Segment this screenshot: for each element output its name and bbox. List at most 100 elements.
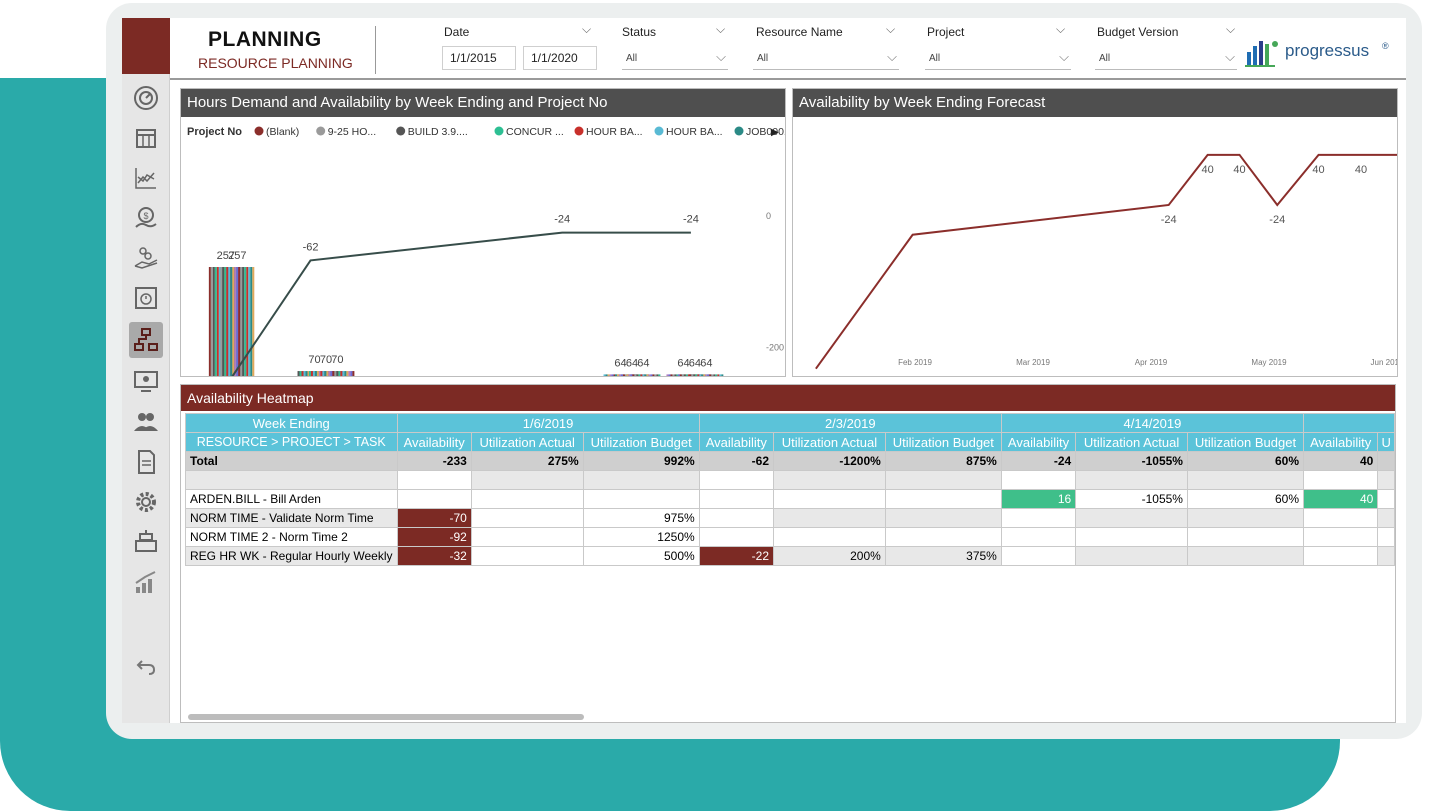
progressus-logo-mark xyxy=(1245,41,1278,67)
monitor-gear-icon[interactable] xyxy=(129,366,163,398)
line-label: -24 xyxy=(683,214,699,226)
heat-cell: -22 xyxy=(698,546,775,566)
metric-header-partial[interactable]: U xyxy=(1377,432,1395,452)
chevron-down-icon[interactable]: ⌵ xyxy=(1056,22,1065,37)
project-select-value: All xyxy=(929,53,941,64)
date-from-input[interactable]: 1/1/2015 xyxy=(442,46,516,70)
date-to-input[interactable]: 1/1/2020 xyxy=(523,46,597,70)
heat-cell xyxy=(884,527,1002,547)
row-label: REG HR WK - Regular Hourly Weekly xyxy=(185,546,398,566)
horizontal-scrollbar[interactable] xyxy=(188,714,584,720)
heat-cell xyxy=(884,508,1002,528)
resource-select[interactable]: All ⌵ xyxy=(753,48,899,70)
sidebar-brand-block xyxy=(122,18,170,74)
budget-select[interactable]: All ⌵ xyxy=(1095,48,1237,70)
undo-icon[interactable] xyxy=(129,650,163,682)
chevron-down-icon[interactable]: ⌵ xyxy=(582,22,591,37)
point-label: 40 xyxy=(1202,164,1214,176)
legend-item: JOB00010 xyxy=(746,126,785,138)
heat-cell: -32 xyxy=(396,546,472,566)
calendar-grid-icon[interactable] xyxy=(129,122,163,154)
chevron-down-icon[interactable]: ⌵ xyxy=(716,22,725,37)
secondary-axis-tick: 0 xyxy=(766,211,771,221)
metric-header[interactable]: Availability xyxy=(1000,432,1077,452)
people-icon[interactable] xyxy=(129,406,163,438)
metric-header[interactable]: Availability xyxy=(1303,432,1379,452)
legend-item: CONCUR ... xyxy=(506,126,564,138)
heat-cell xyxy=(698,527,775,547)
heatmap-table[interactable]: Week Ending 1/6/2019 2/3/2019 4/14/2019 … xyxy=(185,413,1395,566)
metric-header[interactable]: Utilization Actual xyxy=(1075,432,1188,452)
week-header[interactable]: 1/6/2019 xyxy=(396,413,700,433)
table-row[interactable]: ARDEN.BILL - Bill Arden 16 -1055% 60% 40 xyxy=(185,489,1395,509)
metric-header[interactable]: Availability xyxy=(396,432,472,452)
bar-label: 64 xyxy=(637,357,649,369)
legend-scroll-arrow: ▶ xyxy=(771,127,779,138)
date-filter-label: Date xyxy=(444,25,470,39)
legend-swatch xyxy=(316,126,326,136)
gauge-icon[interactable] xyxy=(129,82,163,114)
heat-cell: 200% xyxy=(773,546,886,566)
title-divider xyxy=(375,26,376,74)
total-cell: -24 xyxy=(1000,451,1077,471)
x-axis-tick: Apr 2019 xyxy=(1135,358,1168,367)
coins-hand-icon[interactable] xyxy=(129,242,163,274)
heat-cell xyxy=(773,508,886,528)
row-label: NORM TIME - Validate Norm Time xyxy=(185,508,398,528)
metric-header[interactable]: Availability xyxy=(698,432,775,452)
line-chart-icon[interactable] xyxy=(129,162,163,194)
chevron-down-icon[interactable]: ⌵ xyxy=(886,22,895,37)
project-select[interactable]: All ⌵ xyxy=(925,48,1071,70)
heat-cell xyxy=(884,489,1002,509)
heat-cell: 975% xyxy=(582,508,700,528)
week-header[interactable]: 4/14/2019 xyxy=(1000,413,1305,433)
availability-forecast-chart-panel: Availability by Week Ending Forecast -23… xyxy=(792,88,1398,377)
heat-cell xyxy=(1000,546,1077,566)
status-select[interactable]: All ⌵ xyxy=(622,48,728,70)
secondary-axis-tick: -200 xyxy=(766,342,784,352)
legend-swatch xyxy=(654,126,664,136)
heat-cell: -92 xyxy=(396,527,472,547)
resource-filter-label: Resource Name xyxy=(756,25,843,39)
row-hierarchy-header: RESOURCE > PROJECT > TASK xyxy=(185,432,398,452)
bar-growth-icon[interactable] xyxy=(129,566,163,598)
bar-label: 257 xyxy=(228,250,246,262)
heat-cell xyxy=(470,527,584,547)
table-row[interactable]: NORM TIME 2 - Norm Time 2 -92 1250% xyxy=(185,527,1395,547)
metric-header[interactable]: Utilization Actual xyxy=(470,432,584,452)
cash-register-icon[interactable] xyxy=(129,526,163,558)
money-hand-icon[interactable]: $ xyxy=(129,202,163,234)
chevron-down-icon[interactable]: ⌵ xyxy=(1226,22,1235,37)
org-chart-icon[interactable] xyxy=(129,322,163,358)
table-row[interactable]: REG HR WK - Regular Hourly Weekly -32 50… xyxy=(185,546,1395,566)
heatmap-title: Availability Heatmap xyxy=(181,385,1395,411)
gear-icon[interactable] xyxy=(129,486,163,518)
heat-cell: 375% xyxy=(884,546,1002,566)
table-row[interactable]: NORM TIME - Validate Norm Time -70 975% xyxy=(185,508,1395,528)
total-cell: -1055% xyxy=(1075,451,1188,471)
metric-header[interactable]: Utilization Budget xyxy=(884,432,1002,452)
page-subtitle: RESOURCE PLANNING xyxy=(198,55,353,71)
heat-cell: 500% xyxy=(582,546,700,566)
document-icon[interactable] xyxy=(129,446,163,478)
heat-cell xyxy=(1000,508,1077,528)
clock-board-icon[interactable] xyxy=(129,282,163,314)
hours-demand-chart[interactable]: Project No (Blank) 9-25 HO... BUILD 3.9....… xyxy=(181,117,785,376)
total-cell: 992% xyxy=(582,451,700,471)
hours-demand-chart-panel: Hours Demand and Availability by Week En… xyxy=(180,88,786,377)
point-label: 40 xyxy=(1233,164,1245,176)
metric-header[interactable]: Utilization Budget xyxy=(1186,432,1305,452)
heat-cell xyxy=(1186,527,1305,547)
x-axis-tick: Jun 2019 xyxy=(1371,358,1397,367)
metric-header[interactable]: Utilization Actual xyxy=(773,432,886,452)
heatmap-week-header-row: Week Ending 1/6/2019 2/3/2019 4/14/2019 xyxy=(185,413,1395,433)
availability-forecast-chart[interactable]: -233-244040-24404040Feb 2019Mar 2019Apr … xyxy=(793,117,1397,376)
legend-title: Project No xyxy=(187,126,242,138)
budget-filter-label: Budget Version xyxy=(1097,25,1179,39)
heat-cell xyxy=(698,489,775,509)
week-header[interactable]: 2/3/2019 xyxy=(698,413,1002,433)
heat-cell xyxy=(1000,527,1077,547)
sidebar: $ xyxy=(122,18,170,723)
metric-header[interactable]: Utilization Budget xyxy=(582,432,700,452)
bar-label: 64 xyxy=(626,357,638,369)
